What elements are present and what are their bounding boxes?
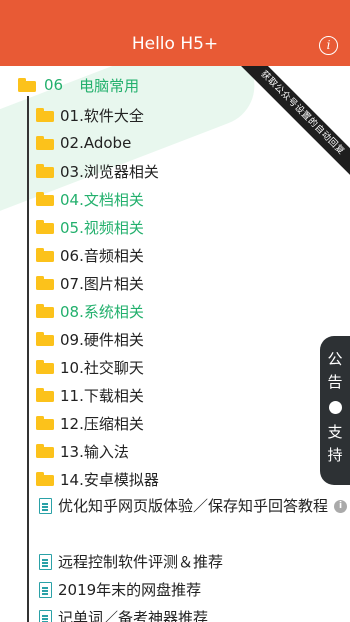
- folder-item[interactable]: 02.Adobe: [36, 130, 131, 156]
- folder-icon: [36, 108, 54, 122]
- app-header: Hello H5+ i: [0, 0, 350, 66]
- folder-item[interactable]: 01.软件大全: [36, 102, 144, 128]
- page-title: Hello H5+: [131, 34, 219, 54]
- file-label: 2019年末的网盘推荐: [58, 576, 350, 604]
- folder-icon: [36, 416, 54, 430]
- file-item[interactable]: 远程控制软件评测＆推荐: [36, 548, 350, 576]
- folder-icon: [36, 220, 54, 234]
- folder-icon: [36, 276, 54, 290]
- folder-label: 07.图片相关: [60, 274, 144, 293]
- folder-item[interactable]: 08.系统相关: [36, 298, 144, 324]
- tree-root-node[interactable]: 06 电脑常用: [18, 72, 139, 98]
- document-icon: [39, 554, 52, 570]
- folder-item[interactable]: 03.浏览器相关: [36, 158, 159, 184]
- folder-item[interactable]: 07.图片相关: [36, 270, 144, 296]
- folder-icon: [36, 388, 54, 402]
- folder-icon: [36, 332, 54, 346]
- folder-label: 04.文档相关: [60, 190, 144, 209]
- file-label: 记单词／备考神器推荐: [58, 604, 350, 622]
- info-icon[interactable]: i: [334, 500, 348, 513]
- side-tab-char: 支: [327, 423, 343, 441]
- folder-label: 01.软件大全: [60, 106, 144, 125]
- folder-label: 02.Adobe: [60, 134, 132, 152]
- file-label-text: 2019年末的网盘推荐: [58, 581, 202, 599]
- folder-item[interactable]: 13.输入法: [36, 438, 129, 464]
- folder-item[interactable]: 04.文档相关: [36, 186, 144, 212]
- side-tab-char: 公: [327, 350, 343, 368]
- tree-view: 06 电脑常用 01.软件大全 02.Adobe 03.浏览器相关 04.文档相关 05…: [0, 66, 350, 622]
- dot-icon: [328, 401, 342, 414]
- folder-item[interactable]: 05.视频相关: [36, 214, 144, 240]
- folder-label: 03.浏览器相关: [60, 162, 159, 181]
- folder-label: 10.社交聊天: [60, 358, 144, 377]
- folder-item[interactable]: 14.安卓模拟器: [36, 466, 159, 492]
- folder-label: 05.视频相关: [60, 218, 144, 237]
- folder-label: 09.硬件相关: [60, 330, 144, 349]
- document-icon: [39, 498, 52, 514]
- folder-label: 12.压缩相关: [60, 414, 144, 433]
- document-icon: [39, 610, 52, 622]
- file-item[interactable]: 优化知乎网页版体验／保存知乎回答教程 i: [36, 492, 350, 520]
- folder-label: 08.系统相关: [60, 302, 144, 321]
- side-tab-char: 告: [327, 373, 343, 391]
- tree-guide-line: [27, 96, 29, 622]
- file-label: 优化知乎网页版体验／保存知乎回答教程 i: [58, 492, 350, 520]
- folder-item[interactable]: 12.压缩相关: [36, 410, 144, 436]
- file-item[interactable]: 记单词／备考神器推荐: [36, 604, 350, 622]
- folder-icon: [36, 360, 54, 374]
- folder-item[interactable]: 09.硬件相关: [36, 326, 144, 352]
- document-icon: [39, 582, 52, 598]
- folder-label: 14.安卓模拟器: [60, 470, 159, 489]
- folder-label: 13.输入法: [60, 442, 129, 461]
- file-label-text: 记单词／备考神器推荐: [58, 609, 209, 622]
- file-label: 远程控制软件评测＆推荐: [58, 548, 350, 576]
- folder-label: 06.音频相关: [60, 246, 144, 265]
- side-tab-char: 持: [327, 446, 343, 464]
- folder-item[interactable]: 06.音频相关: [36, 242, 144, 268]
- folder-icon: [18, 78, 36, 92]
- folder-item[interactable]: 10.社交聊天: [36, 354, 144, 380]
- side-tab-announcement-support[interactable]: 公 告 支 持: [320, 336, 350, 485]
- folder-icon: [36, 164, 54, 178]
- folder-icon: [36, 248, 54, 262]
- folder-icon: [36, 192, 54, 206]
- folder-icon: [36, 304, 54, 318]
- file-label-text: 远程控制软件评测＆推荐: [58, 553, 224, 571]
- folder-item[interactable]: 11.下载相关: [36, 382, 144, 408]
- file-label-text: 优化知乎网页版体验／保存知乎回答教程: [58, 497, 329, 515]
- root-number: 06: [44, 76, 64, 94]
- file-item[interactable]: 2019年末的网盘推荐: [36, 576, 350, 604]
- info-icon[interactable]: i: [319, 36, 338, 55]
- root-name: 电脑常用: [79, 76, 140, 95]
- folder-icon: [36, 136, 54, 150]
- folder-icon: [36, 444, 54, 458]
- folder-icon: [36, 472, 54, 486]
- folder-label: 11.下载相关: [60, 386, 144, 405]
